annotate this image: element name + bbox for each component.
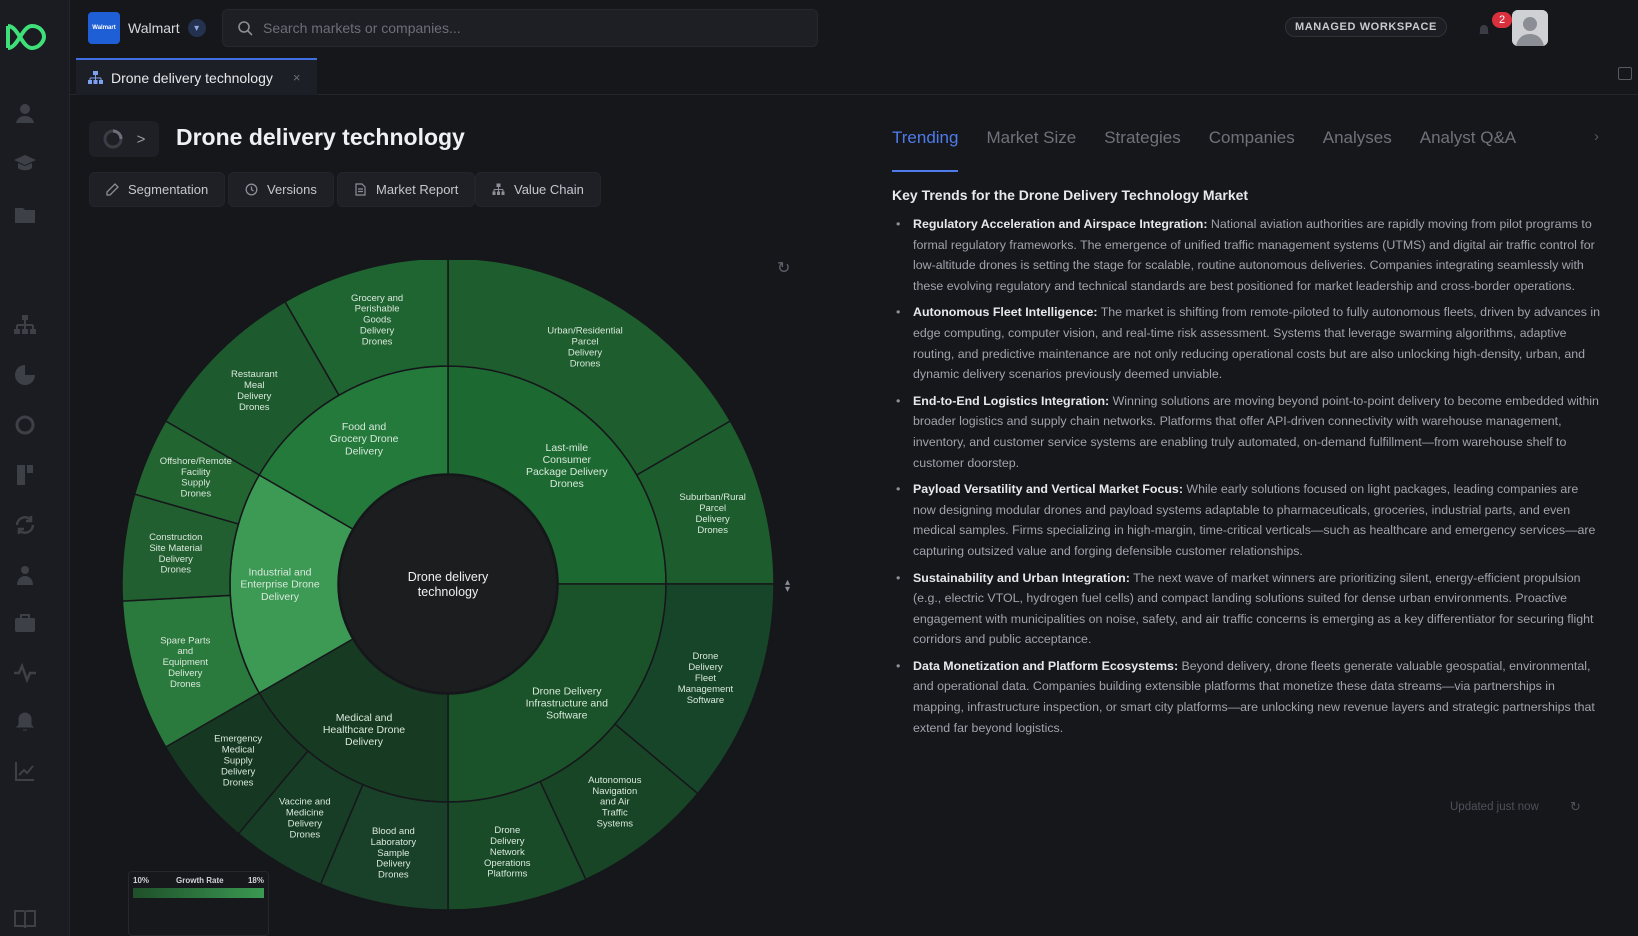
segmentation-button[interactable]: Segmentation <box>89 172 226 207</box>
hierarchy-icon <box>88 71 103 84</box>
value-chain-button-label: Value Chain <box>514 182 584 197</box>
breadcrumb-separator: > <box>136 130 146 148</box>
document-tab-strip: Drone delivery technology × <box>70 56 1638 95</box>
app-logo-icon[interactable] <box>4 20 48 54</box>
trend-item: Payload Versatility and Vertical Market … <box>892 479 1604 561</box>
trends-heading: Key Trends for the Drone Delivery Techno… <box>892 187 1249 203</box>
document-tab-label: Drone delivery technology <box>111 69 273 86</box>
document-tab[interactable]: Drone delivery technology × <box>76 58 317 95</box>
folder-icon[interactable] <box>12 202 38 228</box>
trend-item: Data Monetization and Platform Ecosystem… <box>892 656 1604 738</box>
notification-count-badge: 2 <box>1492 12 1512 28</box>
briefcase-icon[interactable] <box>12 610 38 636</box>
search-icon <box>238 21 253 36</box>
refresh-icon[interactable]: ↻ <box>1570 799 1581 815</box>
tab-trending[interactable]: Trending <box>892 128 959 172</box>
segmentation-button-label: Segmentation <box>128 182 209 197</box>
tab-market-size[interactable]: Market Size <box>986 128 1076 172</box>
circle-icon[interactable] <box>12 412 38 438</box>
search-bar <box>222 9 818 47</box>
left-nav-rail <box>0 0 70 936</box>
trend-item: Autonomous Fleet Intelligence: The marke… <box>892 302 1604 384</box>
legend-min-label: 10% <box>133 876 150 885</box>
market-report-button-label: Market Report <box>376 182 459 197</box>
top-bar: Walmart Walmart ▾ MANAGED WORKSPACE 2 <box>70 0 1638 56</box>
trend-title: Sustainability and Urban Integration: <box>913 570 1130 585</box>
person-icon[interactable] <box>12 562 38 588</box>
trend-title: Data Monetization and Platform Ecosystem… <box>913 658 1179 673</box>
trends-list: Regulatory Acceleration and Airspace Int… <box>892 214 1604 744</box>
hierarchy-icon <box>492 183 505 195</box>
panel-toggle-icon[interactable] <box>1618 67 1632 80</box>
pie-chart-icon[interactable] <box>12 362 38 388</box>
user-icon[interactable] <box>12 100 38 126</box>
bell-icon <box>1479 25 1489 34</box>
tab-analyst-qa[interactable]: Analyst Q&A <box>1420 128 1516 172</box>
last-updated-text: Updated just now <box>1450 801 1539 813</box>
legend-title: Growth Rate <box>176 876 224 885</box>
trend-item: Sustainability and Urban Integration: Th… <box>892 568 1604 650</box>
trend-item: Regulatory Acceleration and Airspace Int… <box>892 214 1604 296</box>
tab-strategies[interactable]: Strategies <box>1104 128 1181 172</box>
back-button[interactable]: > <box>89 121 159 157</box>
history-icon <box>245 183 258 196</box>
legend-max-label: 18% <box>247 876 264 885</box>
versions-button-label: Versions <box>267 182 317 197</box>
book-icon[interactable] <box>12 906 38 932</box>
chevron-down-icon[interactable]: ▾ <box>187 19 206 37</box>
avatar-person-icon <box>1512 10 1548 46</box>
notifications-button[interactable]: 2 <box>1474 12 1512 40</box>
org-logo: Walmart <box>88 12 120 44</box>
insight-tabs: Trending Market Size Strategies Companie… <box>892 128 1544 172</box>
org-name: Walmart <box>128 20 180 36</box>
hierarchy-icon[interactable] <box>12 312 38 338</box>
value-chain-button[interactable]: Value Chain <box>475 172 601 207</box>
tab-analyses[interactable]: Analyses <box>1323 128 1392 172</box>
trend-title: Payload Versatility and Vertical Market … <box>913 482 1183 497</box>
sunburst-center-label: Drone delivery technology <box>408 570 489 599</box>
tab-companies[interactable]: Companies <box>1209 128 1295 172</box>
trend-chart-icon[interactable] <box>12 758 38 784</box>
activity-icon[interactable] <box>12 660 38 686</box>
versions-button[interactable]: Versions <box>228 172 334 207</box>
edit-icon <box>106 183 119 196</box>
chevron-right-icon[interactable]: › <box>1594 128 1599 145</box>
loading-spinner-icon <box>103 129 123 149</box>
graduation-cap-icon[interactable] <box>12 150 38 176</box>
bell-icon[interactable] <box>12 708 38 734</box>
trend-title: End-to-End Logistics Integration: <box>913 393 1110 408</box>
page-title: Drone delivery technology <box>176 124 465 150</box>
legend-gradient-bar <box>133 888 264 898</box>
org-switcher[interactable]: Walmart Walmart ▾ <box>88 12 206 44</box>
search-input[interactable] <box>263 20 783 36</box>
trend-item: End-to-End Logistics Integration: Winnin… <box>892 391 1604 473</box>
sync-icon[interactable] <box>12 512 38 538</box>
close-icon[interactable]: × <box>293 70 301 85</box>
market-report-button[interactable]: Market Report <box>337 172 476 207</box>
chart-scroll-handle-icon[interactable]: ▴ ▾ <box>785 578 790 595</box>
workspace-badge: MANAGED WORKSPACE <box>1285 17 1447 37</box>
sunburst-center[interactable] <box>340 476 556 692</box>
document-icon <box>355 183 366 196</box>
user-avatar[interactable] <box>1512 10 1548 46</box>
trend-title: Regulatory Acceleration and Airspace Int… <box>913 217 1208 231</box>
growth-rate-legend: 10% Growth Rate 18% <box>128 871 269 936</box>
trend-title: Autonomous Fleet Intelligence: <box>913 305 1098 320</box>
market-sunburst-chart: Last-mile Consumer Package Delivery DronesU… <box>121 260 775 911</box>
bookmark-icon[interactable] <box>12 462 38 488</box>
